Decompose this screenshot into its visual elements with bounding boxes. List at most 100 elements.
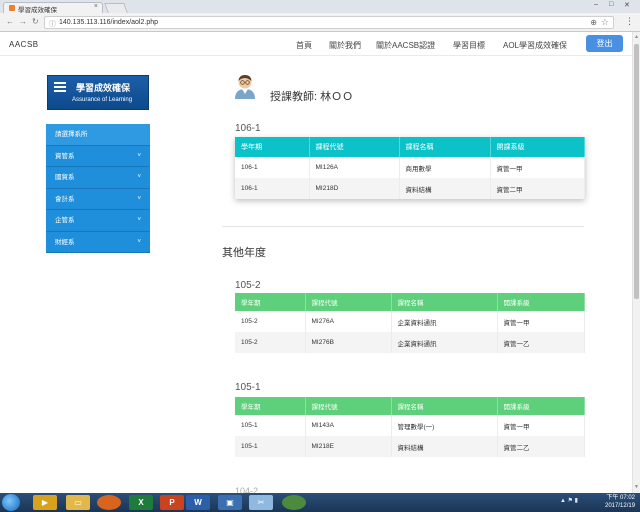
sidebar-item-accounting[interactable]: 會計系 ˅ (46, 188, 150, 210)
start-button[interactable] (2, 494, 20, 511)
file-explorer-icon[interactable]: ▭ (66, 495, 90, 510)
logo-subtitle: Assurance of Learning (72, 97, 133, 103)
table-row[interactable]: 105-2 MI276B 企業資料通訊 資管一乙 (235, 332, 585, 353)
table-cell: 資管一甲 (497, 415, 585, 436)
table-cell: 企業資料通訊 (391, 332, 498, 353)
page-scrollbar[interactable]: ▲ ▼ (632, 32, 640, 493)
media-player-icon[interactable]: ▶ (33, 495, 57, 510)
featured-course-table: 學年期 課程代號 課程名稱 開課系級 106-1 MI126A 商用數學 資管一… (235, 137, 585, 199)
browser-menu-icon[interactable]: ⋮ (625, 16, 634, 27)
snipping-tool-icon[interactable]: ✂ (249, 495, 273, 510)
chevron-down-icon: ˅ (137, 152, 141, 159)
excel-icon[interactable]: X (129, 495, 153, 510)
table-header-row: 學年期 課程代號 課程名稱 開課系級 (235, 397, 585, 415)
bookmark-star-icon[interactable]: ☆ (601, 17, 609, 28)
sidebar-item-im[interactable]: 資管系 ˅ (46, 145, 150, 167)
table-cell: MI218E (305, 436, 392, 457)
table-row[interactable]: 106-1 MI126A 商用數學 資管一甲 (235, 157, 585, 178)
menu-header-label: 請選擇系所 (55, 131, 88, 138)
zoom-icon[interactable]: ⊕ (590, 18, 597, 27)
site-header: AACSB 首頁 關於我們 關於AACSB認證 學習目標 AOL學習成效確保 登… (0, 32, 632, 56)
sidebar-item-label: 國貿系 (55, 174, 75, 181)
table-cell: 105-1 (235, 436, 306, 457)
table-header-row: 學年期 課程代號 課程名稱 開課系級 (235, 293, 585, 311)
nav-learning-goals[interactable]: 學習目標 (453, 40, 485, 51)
chrome-icon[interactable] (282, 495, 306, 510)
table-row[interactable]: 105-1 MI218E 資料結構 資管二乙 (235, 436, 585, 457)
chevron-down-icon: ˅ (137, 238, 141, 245)
nav-about[interactable]: 關於我們 (329, 40, 361, 51)
page-info-icon[interactable]: ⓘ (49, 19, 56, 29)
aol-logo[interactable]: 學習成效確保 Assurance of Learning (47, 75, 149, 110)
scroll-up-icon[interactable]: ▲ (634, 34, 639, 40)
reload-icon[interactable]: ↻ (32, 17, 39, 26)
column-header: 課程代號 (305, 293, 392, 311)
chevron-down-icon: ˅ (137, 195, 141, 202)
maximize-icon[interactable]: □ (609, 1, 613, 8)
minimize-icon[interactable]: – (594, 1, 598, 8)
column-header: 學年期 (235, 137, 310, 157)
nav-aol[interactable]: AOL學習成效確保 (503, 40, 567, 51)
sidebar-item-finance[interactable]: 財經系 ˅ (46, 231, 150, 253)
sidebar-item-ba[interactable]: 企管系 ˅ (46, 210, 150, 232)
powerpoint-icon[interactable]: P (160, 495, 184, 510)
address-bar[interactable]: ⓘ 140.135.113.116/index/aol2.php ⊕ ☆ (44, 16, 614, 29)
tab-favicon-icon (9, 5, 15, 11)
table-cell: 企業資料通訊 (391, 311, 498, 332)
brand-logo[interactable]: AACSB (9, 40, 39, 49)
tab-close-icon[interactable]: × (94, 3, 98, 10)
column-header: 學年期 (235, 397, 306, 415)
table-cell: 105-2 (235, 332, 306, 353)
taskbar-clock[interactable]: 下午 07:02 2017/12/19 (605, 494, 635, 510)
scrollbar-thumb[interactable] (634, 44, 639, 299)
column-header: 開課系級 (490, 137, 585, 157)
department-menu-header: 請選擇系所 (46, 124, 150, 146)
table-cell: MI218D (309, 178, 400, 199)
table-cell: 資管一甲 (497, 311, 585, 332)
column-header: 課程名稱 (391, 397, 498, 415)
table-cell: 106-1 (235, 178, 310, 199)
close-window-icon[interactable]: ✕ (624, 1, 630, 9)
column-header: 開課系級 (497, 397, 585, 415)
table-cell: 資管一乙 (497, 332, 585, 353)
browser-tabstrip: 學習成效確保 × – □ ✕ (0, 0, 640, 14)
sidebar-item-label: 企管系 (55, 217, 75, 224)
firefox-icon[interactable] (97, 495, 121, 510)
scroll-down-icon[interactable]: ▼ (634, 484, 639, 490)
chevron-down-icon: ˅ (137, 174, 141, 180)
browser-tab[interactable]: 學習成效確保 × (3, 2, 103, 14)
nav-home[interactable]: 首頁 (296, 40, 312, 51)
app-icon[interactable]: ▣ (218, 495, 242, 510)
forward-icon[interactable]: → (19, 17, 27, 26)
nav-about-aacsb[interactable]: 關於AACSB認證 (376, 40, 435, 51)
sidebar-item-label: 會計系 (55, 195, 75, 203)
department-menu: 請選擇系所 資管系 ˅ 國貿系 ˅ 會計系 ˅ 企管系 ˅ 財經系 ˅ (46, 124, 150, 253)
section-divider (222, 226, 584, 227)
table-cell: MI126A (309, 157, 400, 178)
column-header: 開課系級 (497, 293, 585, 311)
column-header: 課程代號 (305, 397, 392, 415)
back-icon[interactable]: ← (6, 17, 14, 26)
column-header: 學年期 (235, 293, 306, 311)
table-row[interactable]: 105-1 MI143A 管理數學(一) 資管一甲 (235, 415, 585, 436)
table-cell: 管理數學(一) (391, 415, 498, 436)
new-tab-button[interactable] (104, 3, 128, 13)
table-cell: MI143A (305, 415, 392, 436)
sidebar-item-label: 財經系 (55, 238, 75, 246)
term-label: 106-1 (235, 123, 261, 134)
table-cell: 106-1 (235, 157, 310, 178)
logout-button[interactable]: 登出 (586, 35, 623, 52)
system-tray-icons[interactable]: ▲ ⚑ ▮ (560, 497, 578, 504)
table-cell: 資料結構 (399, 178, 491, 199)
table-cell: 105-1 (235, 415, 306, 436)
logo-title: 學習成效確保 (76, 83, 131, 93)
table-row[interactable]: 106-1 MI218D 資料結構 資管二甲 (235, 178, 585, 199)
chevron-down-icon: ˅ (137, 217, 141, 223)
table-cell: 資料結構 (391, 436, 498, 457)
word-icon[interactable]: W (186, 495, 210, 510)
course-table: 學年期 課程代號 課程名稱 開課系級 105-2 MI276A 企業資料通訊 資… (235, 293, 585, 353)
sidebar-item-ib[interactable]: 國貿系 ˅ (46, 167, 150, 189)
table-row[interactable]: 105-2 MI276A 企業資料通訊 資管一甲 (235, 311, 585, 332)
table-cell: 商用數學 (399, 157, 491, 178)
address-url[interactable]: 140.135.113.116/index/aol2.php (59, 19, 158, 26)
